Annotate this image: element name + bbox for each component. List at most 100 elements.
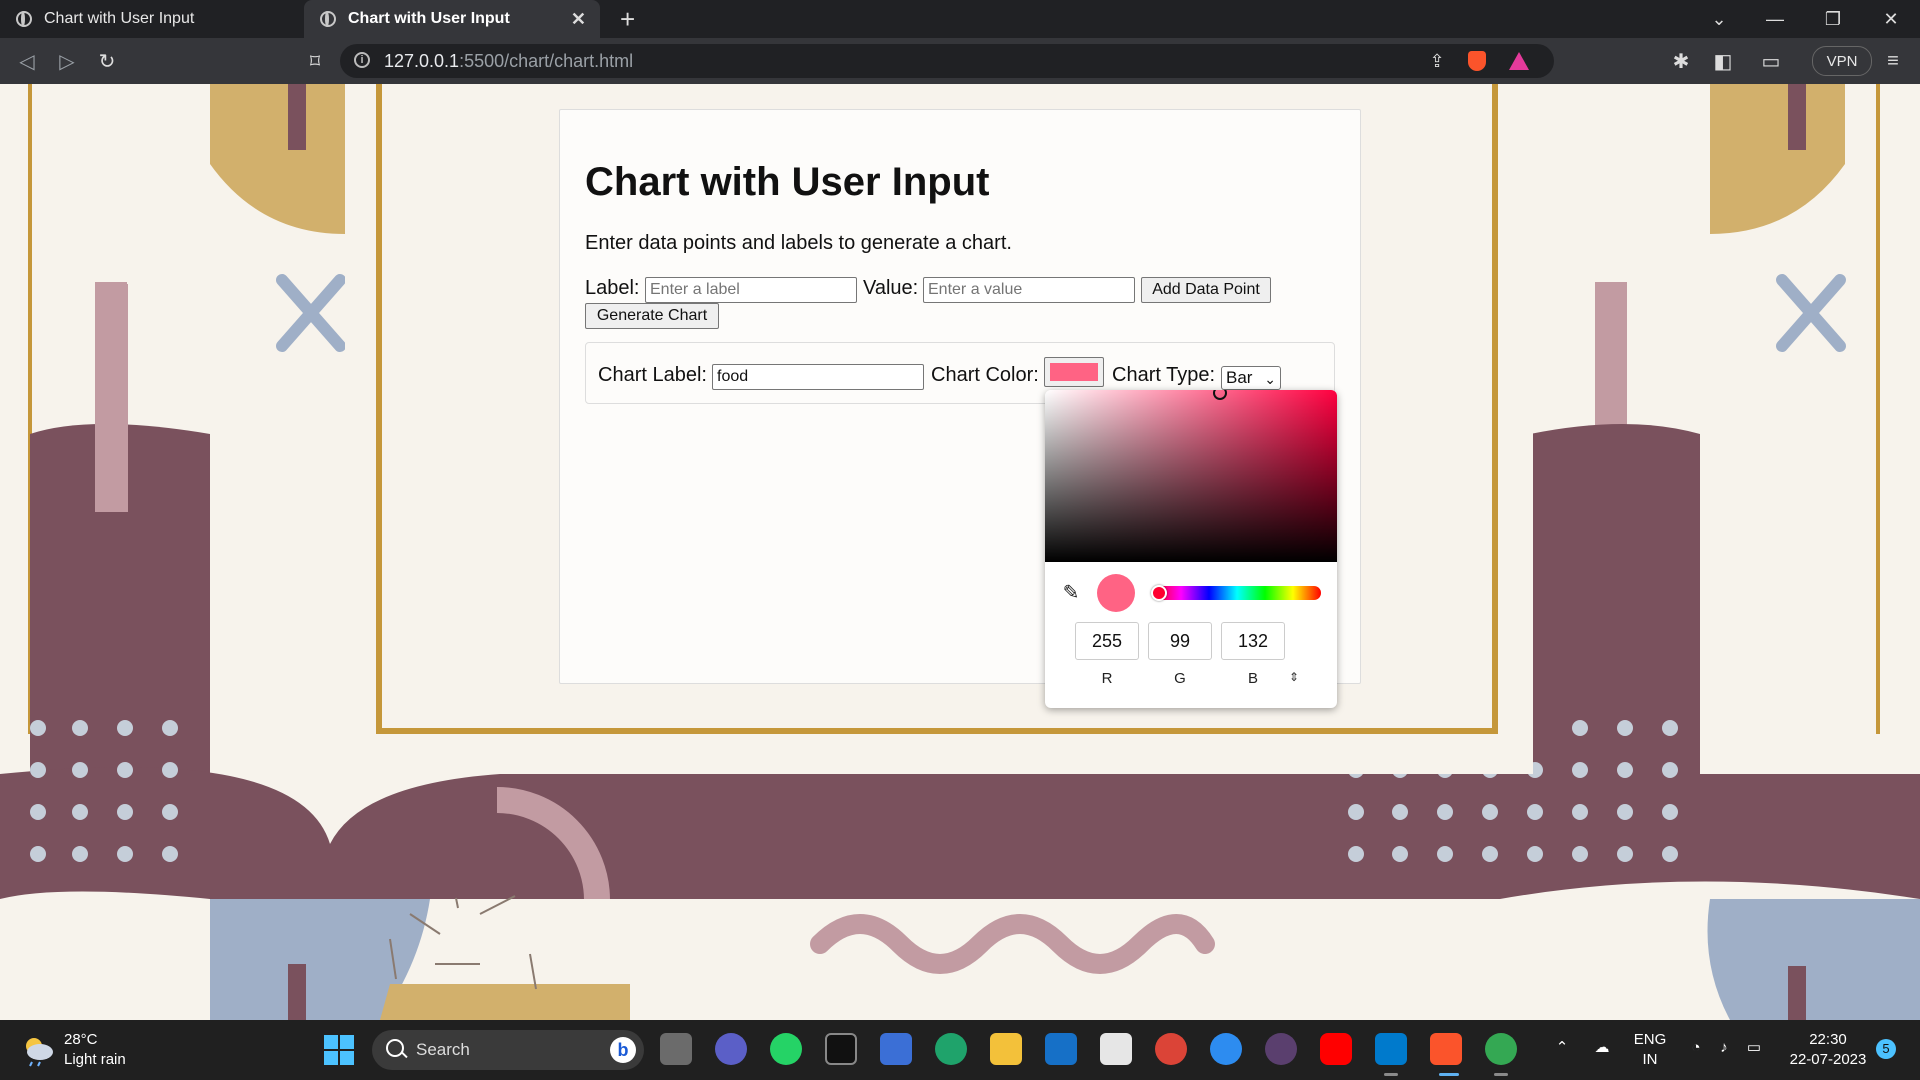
onedrive-icon[interactable]: ☁ xyxy=(1590,1038,1614,1058)
battery-icon[interactable]: ▭ xyxy=(1744,1038,1764,1058)
teams-icon[interactable] xyxy=(715,1033,747,1065)
color-preview xyxy=(1097,574,1135,612)
chart-type-label: Chart Type: xyxy=(1112,364,1216,386)
bookmark-icon[interactable]: ⌑ xyxy=(300,46,330,76)
globe-icon xyxy=(16,11,32,27)
running-indicator xyxy=(1384,1073,1398,1076)
add-data-point-button[interactable]: Add Data Point xyxy=(1141,277,1271,303)
browser-toolbar: ◁ ▷ ↻ ⌑ i 127.0.0.1:5500/chart/chart.htm… xyxy=(0,38,1920,84)
tab-search-chevron-icon[interactable]: ⌄ xyxy=(1690,0,1748,38)
temperature: 28°C xyxy=(64,1031,98,1048)
globe-icon xyxy=(320,11,336,27)
tab-chart-inactive[interactable]: Chart with User Input xyxy=(0,0,300,38)
chevron-down-icon: ⌄ xyxy=(1264,371,1276,387)
weather-condition: Light rain xyxy=(64,1051,126,1068)
extensions-icon[interactable]: ✱ xyxy=(1666,46,1696,76)
address-bar[interactable]: i 127.0.0.1:5500/chart/chart.html ⇪ xyxy=(340,44,1554,78)
chart-color-input[interactable] xyxy=(1044,357,1104,387)
rain-cloud-icon[interactable] xyxy=(20,1032,56,1068)
chart-type-select[interactable]: Bar ⌄ xyxy=(1221,366,1281,390)
search-icon xyxy=(386,1039,404,1057)
saturation-value-area[interactable] xyxy=(1045,390,1337,562)
hue-handle[interactable] xyxy=(1151,585,1167,601)
vpn-button[interactable]: VPN xyxy=(1812,46,1872,76)
chrome-profile-icon[interactable] xyxy=(1485,1033,1517,1065)
tab-title: Chart with User Input xyxy=(348,10,510,27)
search-placeholder: Search xyxy=(416,1040,470,1059)
restore-icon[interactable]: ❐ xyxy=(1804,0,1862,38)
page-viewport: Chart with User Input Enter data points … xyxy=(0,84,1920,1020)
sidebar-icon[interactable]: ◧ xyxy=(1708,46,1738,76)
chart-label-input[interactable] xyxy=(712,364,924,390)
copilot-icon[interactable] xyxy=(880,1033,912,1065)
terminal-icon[interactable] xyxy=(825,1033,857,1065)
notification-badge[interactable]: 5 xyxy=(1876,1039,1896,1059)
color-swatch-fill xyxy=(1050,363,1098,381)
close-window-icon[interactable]: ✕ xyxy=(1862,0,1920,38)
show-hidden-icons-chevron-icon[interactable]: ⌃ xyxy=(1552,1038,1572,1058)
format-toggle-icon[interactable]: ⇕ xyxy=(1289,670,1299,684)
blue-label: B xyxy=(1247,670,1258,687)
language-indicator[interactable]: ENG IN xyxy=(1630,1030,1670,1070)
tab-chart-active[interactable]: Chart with User Input ✕ xyxy=(304,0,600,38)
hue-slider[interactable] xyxy=(1153,586,1321,600)
site-info-icon[interactable]: i xyxy=(354,52,370,68)
help-icon[interactable] xyxy=(1210,1033,1242,1065)
time: 22:30 xyxy=(1809,1031,1847,1048)
generate-chart-button[interactable]: Generate Chart xyxy=(585,303,719,329)
label-input[interactable] xyxy=(645,277,857,303)
brave-icon[interactable] xyxy=(1430,1033,1462,1065)
myhp-icon[interactable] xyxy=(1045,1033,1077,1065)
page-title: Chart with User Input xyxy=(585,160,990,204)
media-player-icon[interactable] xyxy=(1265,1033,1297,1065)
wallet-icon[interactable]: ▭ xyxy=(1756,46,1786,76)
brave-shields-icon[interactable] xyxy=(1466,50,1488,72)
wifi-icon[interactable]: ◔ xyxy=(1686,1038,1706,1058)
red-label: R xyxy=(1101,670,1113,687)
youtube-icon[interactable] xyxy=(1320,1033,1352,1065)
tab-strip: Chart with User Input Chart with User In… xyxy=(0,0,1920,38)
language: ENG xyxy=(1633,1031,1667,1048)
page-description: Enter data points and labels to generate… xyxy=(585,232,1012,254)
chrome-icon[interactable] xyxy=(1155,1033,1187,1065)
url-text[interactable]: 127.0.0.1:5500/chart/chart.html xyxy=(384,51,633,72)
close-tab-icon[interactable]: ✕ xyxy=(571,9,586,30)
whatsapp-icon[interactable] xyxy=(770,1033,802,1065)
clock[interactable]: 22:30 22-07-2023 xyxy=(1780,1030,1876,1070)
chart-color-label: Chart Color: xyxy=(931,364,1039,386)
forward-icon[interactable]: ▷ xyxy=(52,46,82,76)
taskbar-search[interactable]: Search b xyxy=(372,1030,644,1070)
back-icon[interactable]: ◁ xyxy=(12,46,42,76)
weather-widget[interactable]: 28°C Light rain xyxy=(64,1030,126,1070)
share-icon[interactable]: ⇪ xyxy=(1426,50,1448,72)
color-picker-popup: ✎ 255 99 132 R G B ⇕ xyxy=(1045,390,1337,708)
value-field-label: Value: xyxy=(863,277,919,299)
date: 22-07-2023 xyxy=(1789,1051,1867,1068)
eyedropper-icon[interactable]: ✎ xyxy=(1059,580,1083,604)
green-input[interactable]: 99 xyxy=(1148,622,1212,660)
active-indicator xyxy=(1439,1073,1459,1076)
edge-icon[interactable] xyxy=(935,1033,967,1065)
chart-label-label: Chart Label: xyxy=(598,364,707,386)
windows-taskbar: 28°C Light rain Search b ⌃ ☁ ENG IN ◔ ♪ … xyxy=(0,1020,1920,1080)
new-tab-icon[interactable]: + xyxy=(620,4,635,35)
green-label: G xyxy=(1174,670,1186,687)
reload-icon[interactable]: ↻ xyxy=(92,46,122,76)
tab-title: Chart with User Input xyxy=(44,10,195,27)
label-field-label: Label: xyxy=(585,277,640,299)
menu-icon[interactable]: ≡ xyxy=(1878,46,1908,76)
vscode-icon[interactable] xyxy=(1375,1033,1407,1065)
chart-type-value: Bar xyxy=(1226,368,1253,387)
red-input[interactable]: 255 xyxy=(1075,622,1139,660)
brave-rewards-icon[interactable] xyxy=(1508,50,1530,72)
task-view-icon[interactable] xyxy=(660,1033,692,1065)
minimize-icon[interactable]: — xyxy=(1746,0,1804,38)
file-explorer-icon[interactable] xyxy=(990,1033,1022,1065)
running-indicator xyxy=(1494,1073,1508,1076)
microsoft-store-icon[interactable] xyxy=(1100,1033,1132,1065)
value-input[interactable] xyxy=(923,277,1135,303)
windows-start-icon[interactable] xyxy=(324,1035,354,1065)
bing-icon[interactable]: b xyxy=(610,1037,636,1063)
volume-icon[interactable]: ♪ xyxy=(1714,1038,1734,1058)
blue-input[interactable]: 132 xyxy=(1221,622,1285,660)
